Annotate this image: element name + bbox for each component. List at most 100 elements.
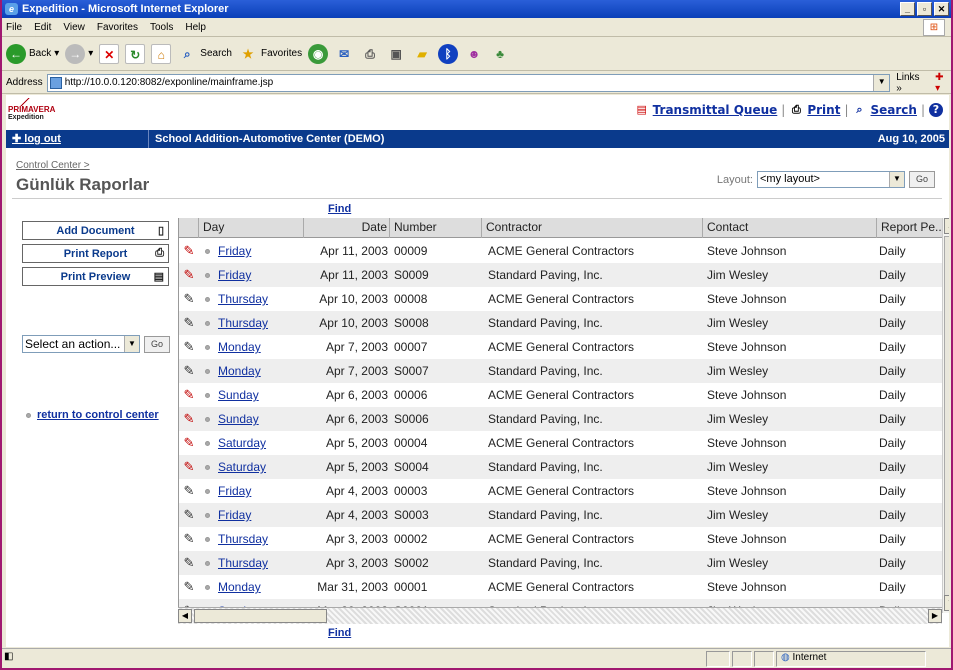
day-link[interactable]: Friday: [218, 244, 251, 258]
edit-icon[interactable]: ▣: [386, 44, 406, 64]
day-link[interactable]: Monday: [218, 364, 261, 378]
day-link[interactable]: Thursday: [218, 316, 268, 330]
close-icon[interactable]: ✕: [934, 2, 949, 16]
breadcrumb[interactable]: Control Center >: [16, 160, 90, 171]
contractor-cell: ACME General Contractors: [488, 436, 635, 450]
action-go-button[interactable]: Go: [144, 335, 170, 353]
menu-file[interactable]: File: [6, 22, 22, 33]
col-date[interactable]: Date: [304, 218, 390, 238]
search-button[interactable]: ⌕ Search: [177, 44, 232, 64]
report-edit-icon[interactable]: ✎: [179, 579, 199, 595]
report-edit-icon[interactable]: ✎: [179, 291, 199, 307]
day-link[interactable]: Monday: [218, 580, 261, 594]
forward-button[interactable]: → ▾: [65, 43, 93, 64]
contact-cell: Jim Wesley: [707, 364, 769, 378]
col-number[interactable]: Number: [390, 218, 482, 238]
action-select[interactable]: Select an action... ▼: [22, 335, 140, 353]
report-edit-icon[interactable]: ✎: [179, 531, 199, 547]
layout-select[interactable]: <my layout> ▼: [757, 171, 905, 188]
menu-favorites[interactable]: Favorites: [97, 22, 138, 33]
maximize-icon[interactable]: ▫: [917, 2, 932, 16]
tools-icon[interactable]: ✚ ▾: [935, 72, 951, 94]
return-to-control-center-link[interactable]: return to control center: [26, 409, 159, 421]
print-icon[interactable]: ⎙: [360, 44, 380, 64]
stop-icon[interactable]: ✕: [99, 43, 120, 64]
number-cell: 00006: [394, 388, 428, 402]
day-link[interactable]: Monday: [218, 340, 261, 354]
logout-link[interactable]: ✚ log out: [6, 130, 149, 148]
day-link[interactable]: Friday: [218, 268, 251, 282]
col-report-period[interactable]: Report Pe...: [877, 218, 942, 238]
print-report-button[interactable]: Print Report ⎙: [22, 244, 169, 263]
find-link-top[interactable]: Find: [328, 203, 351, 215]
day-link[interactable]: Friday: [218, 484, 251, 498]
day-link[interactable]: Saturday: [218, 436, 266, 450]
transmittal-queue-link[interactable]: Transmittal Queue: [653, 103, 778, 117]
scroll-right-icon[interactable]: ▶: [928, 609, 942, 623]
report-edit-icon[interactable]: ✎: [179, 507, 199, 523]
address-dropdown-icon[interactable]: ▼: [873, 74, 890, 91]
search-link[interactable]: Search: [871, 103, 917, 117]
find-link-bottom[interactable]: Find: [328, 627, 351, 639]
day-link[interactable]: Saturday: [218, 460, 266, 474]
col-contact[interactable]: Contact: [703, 218, 877, 238]
minimize-icon[interactable]: _: [900, 2, 915, 16]
report-edit-icon[interactable]: ✎: [179, 555, 199, 571]
folder-icon[interactable]: ▰: [412, 44, 432, 64]
layout-go-button[interactable]: Go: [909, 171, 935, 188]
report-edit-icon[interactable]: ✎: [179, 435, 199, 451]
scroll-up-icon[interactable]: ▲: [944, 218, 949, 234]
back-button[interactable]: ← Back ▾: [6, 43, 59, 64]
scroll-left-icon[interactable]: ◀: [178, 609, 192, 623]
scroll-down-icon[interactable]: ▼: [944, 595, 949, 611]
report-edit-icon[interactable]: ✎: [179, 387, 199, 403]
people-icon[interactable]: ♣: [490, 44, 510, 64]
col-day[interactable]: Day: [199, 218, 304, 238]
scroll-thumb[interactable]: [944, 236, 949, 596]
print-link[interactable]: Print: [807, 103, 840, 117]
favorites-button[interactable]: ★ Favorites: [238, 44, 303, 64]
report-edit-icon[interactable]: ✎: [179, 411, 199, 427]
table-row: ✎ Thursday Apr 3, 2003 00002 ACME General Co…: [179, 527, 942, 551]
day-link[interactable]: Sunday: [218, 412, 259, 426]
address-input[interactable]: http://10.0.0.120:8082/exponline/mainfra…: [46, 73, 891, 92]
report-edit-icon[interactable]: ✎: [179, 483, 199, 499]
hscroll-thumb[interactable]: [194, 609, 327, 623]
globe-icon: ◍: [781, 651, 790, 663]
menu-tools[interactable]: Tools: [150, 22, 173, 33]
refresh-icon[interactable]: ↻: [125, 43, 146, 64]
day-link[interactable]: Sunday: [218, 388, 259, 402]
contractor-cell: ACME General Contractors: [488, 484, 635, 498]
help-icon[interactable]: ?: [929, 103, 943, 117]
search-icon: ⌕: [183, 46, 191, 61]
add-document-button[interactable]: Add Document ▯: [22, 221, 169, 240]
menu-edit[interactable]: Edit: [34, 22, 51, 33]
vertical-scrollbar[interactable]: ▲ ▼: [942, 218, 949, 613]
bluetooth-icon[interactable]: ᛒ: [438, 43, 459, 64]
report-edit-icon[interactable]: ✎: [179, 243, 199, 259]
report-edit-icon[interactable]: ✎: [179, 363, 199, 379]
chevron-down-icon: ▼: [889, 172, 904, 187]
report-edit-icon[interactable]: ✎: [179, 459, 199, 475]
day-link[interactable]: Thursday: [218, 556, 268, 570]
col-contractor[interactable]: Contractor: [482, 218, 703, 238]
home-icon[interactable]: ⌂: [151, 43, 172, 64]
media-icon[interactable]: ◉: [308, 43, 329, 64]
date-cell: Apr 6, 2003: [325, 412, 388, 426]
menu-help[interactable]: Help: [185, 22, 206, 33]
report-edit-icon[interactable]: ✎: [179, 339, 199, 355]
menu-view[interactable]: View: [63, 22, 85, 33]
messenger-icon[interactable]: ☻: [464, 44, 484, 64]
number-cell: S0003: [394, 508, 429, 522]
report-edit-icon[interactable]: ✎: [179, 315, 199, 331]
mail-icon[interactable]: ✉: [334, 44, 354, 64]
horizontal-scrollbar[interactable]: ◀ ▶: [178, 607, 942, 624]
links-button[interactable]: Links »: [896, 72, 927, 94]
print-preview-button[interactable]: Print Preview ▤: [22, 267, 169, 286]
report-edit-icon[interactable]: ✎: [179, 267, 199, 283]
day-link[interactable]: Friday: [218, 508, 251, 522]
toolbar: ← Back ▾ → ▾ ✕ ↻ ⌂ ⌕ Search ★ Favorites …: [2, 37, 951, 71]
day-link[interactable]: Thursday: [218, 532, 268, 546]
page-icon: [49, 76, 62, 89]
day-link[interactable]: Thursday: [218, 292, 268, 306]
